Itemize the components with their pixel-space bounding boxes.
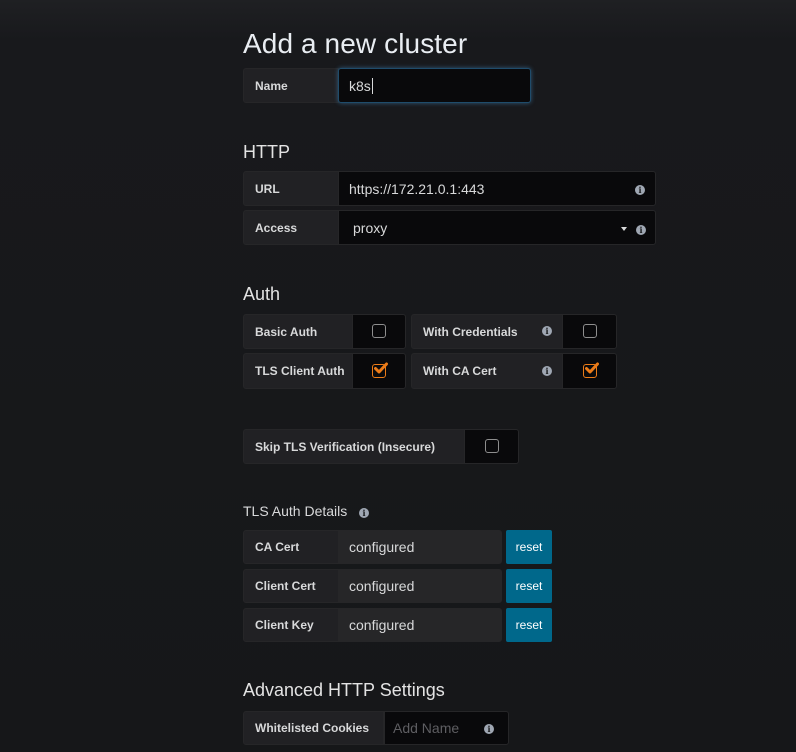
ca-cert-value: configured: [338, 530, 502, 564]
ca-cert-label-text: CA Cert: [255, 540, 300, 554]
ca-cert-value-text: configured: [349, 539, 415, 555]
access-label-text: Access: [255, 220, 298, 235]
with-credentials-info-icon[interactable]: i: [542, 326, 552, 336]
skip-tls-label-text: Skip TLS Verification (Insecure): [255, 439, 436, 454]
basic-auth-label: Basic Auth: [243, 314, 354, 349]
url-input[interactable]: https://172.21.0.1:443: [338, 171, 656, 206]
basic-auth-label-text: Basic Auth: [255, 324, 318, 339]
auth-heading: Auth: [243, 284, 281, 304]
whitelisted-cookies-label-text: Whitelisted Cookies: [255, 721, 370, 735]
whitelisted-cookies-placeholder: Add Name: [393, 720, 460, 736]
access-label: Access: [243, 210, 339, 245]
with-ca-cert-label: With CA Cert: [411, 353, 563, 389]
client-cert-value: configured: [338, 569, 502, 603]
ca-cert-label: CA Cert: [243, 530, 339, 564]
access-select-value: proxy: [353, 219, 388, 236]
tls-client-auth-label: TLS Client Auth: [243, 353, 354, 389]
advanced-heading: Advanced HTTP Settings: [243, 680, 445, 700]
with-ca-cert-checkbox-container: [562, 353, 617, 389]
client-cert-value-text: configured: [349, 578, 415, 594]
url-info-icon[interactable]: i: [635, 185, 645, 195]
access-select[interactable]: proxy: [338, 210, 656, 245]
name-label: Name: [243, 68, 339, 103]
name-label-text: Name: [255, 78, 288, 93]
http-heading: HTTP: [243, 142, 290, 162]
tls-details-info-icon[interactable]: i: [359, 508, 369, 518]
with-ca-cert-label-text: With CA Cert: [423, 364, 497, 378]
tls-client-auth-checkbox-container: [352, 353, 406, 389]
skip-tls-label: Skip TLS Verification (Insecure): [243, 429, 466, 464]
client-cert-label-text: Client Cert: [255, 579, 316, 593]
name-input[interactable]: k8s: [338, 68, 531, 103]
url-label: URL: [243, 171, 339, 206]
client-cert-reset-button[interactable]: reset: [506, 569, 552, 603]
with-ca-cert-checkbox[interactable]: [583, 362, 599, 378]
whitelisted-cookies-info-icon[interactable]: i: [484, 724, 494, 734]
page-title: Add a new cluster: [243, 28, 468, 59]
chevron-down-icon[interactable]: [621, 227, 627, 231]
skip-tls-checkbox-container: [464, 429, 519, 464]
client-key-value-text: configured: [349, 617, 415, 633]
whitelisted-cookies-label: Whitelisted Cookies: [243, 711, 384, 745]
tls-client-auth-label-text: TLS Client Auth: [255, 364, 345, 378]
url-label-text: URL: [255, 181, 280, 196]
name-input-value: k8s: [349, 77, 371, 94]
text-cursor: [371, 77, 373, 94]
checkmark-icon: [585, 362, 599, 374]
with-credentials-label-text: With Credentials: [423, 324, 518, 339]
url-input-value: https://172.21.0.1:443: [349, 180, 485, 197]
client-key-label-text: Client Key: [255, 618, 314, 632]
tls-details-heading: TLS Auth Details: [243, 503, 348, 519]
access-info-icon[interactable]: i: [636, 225, 646, 235]
client-key-reset-button[interactable]: reset: [506, 608, 552, 642]
with-ca-cert-info-icon[interactable]: i: [542, 366, 552, 376]
tls-client-auth-checkbox[interactable]: [372, 362, 388, 378]
client-cert-label: Client Cert: [243, 569, 339, 603]
with-credentials-checkbox-container: [562, 314, 617, 349]
with-credentials-label: With Credentials: [411, 314, 563, 349]
basic-auth-checkbox[interactable]: [372, 324, 386, 338]
client-key-value: configured: [338, 608, 502, 642]
skip-tls-checkbox[interactable]: [485, 439, 499, 453]
checkmark-icon: [374, 362, 388, 374]
ca-cert-reset-button[interactable]: reset: [506, 530, 552, 564]
client-key-label: Client Key: [243, 608, 339, 642]
with-credentials-checkbox[interactable]: [583, 324, 597, 338]
basic-auth-checkbox-container: [352, 314, 406, 349]
